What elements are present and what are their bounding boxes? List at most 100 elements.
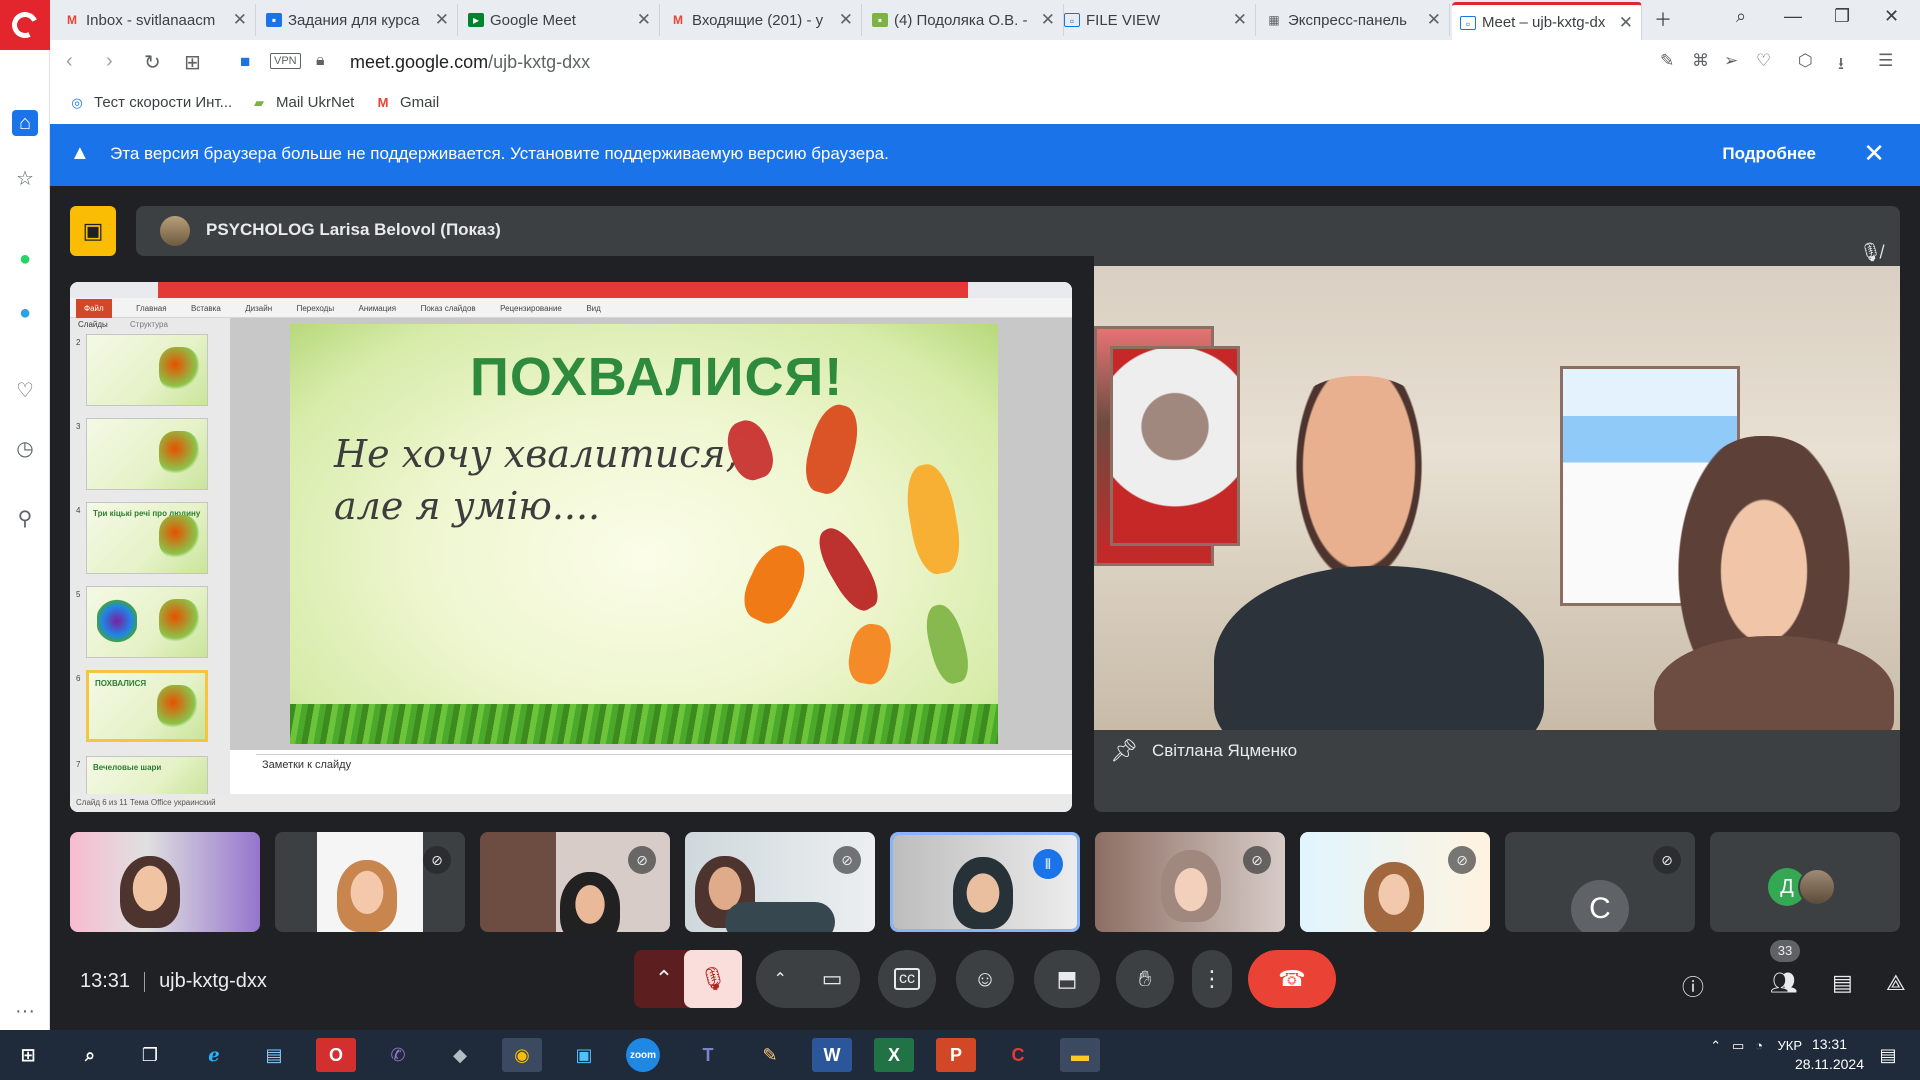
more-icon[interactable]: ··· <box>12 998 38 1024</box>
close-tab-icon[interactable]: ✕ <box>1233 10 1247 30</box>
zoom-icon[interactable]: zoom <box>626 1038 660 1072</box>
history-icon[interactable]: ◷ <box>12 436 38 462</box>
file-explorer-icon[interactable]: ▬ <box>1060 1038 1100 1072</box>
restore-icon[interactable]: ❐ <box>1834 6 1850 27</box>
taskbar-clock[interactable]: 13:31 28.11.2024 <box>1795 1034 1864 1074</box>
reactions-button[interactable]: ☺ <box>956 950 1014 1008</box>
notifications-icon[interactable]: ▤ <box>1868 1038 1908 1072</box>
close-window-icon[interactable]: ✕ <box>1884 6 1899 27</box>
heart-icon[interactable]: ♡ <box>12 378 38 404</box>
powerpoint-icon[interactable]: P <box>936 1038 976 1072</box>
word-icon[interactable]: W <box>812 1038 852 1072</box>
close-tab-icon[interactable]: ✕ <box>1041 10 1055 30</box>
close-tab-icon[interactable]: ✕ <box>233 10 247 30</box>
close-tab-icon[interactable]: ✕ <box>435 10 449 30</box>
paint-icon[interactable]: ✎ <box>750 1038 790 1072</box>
info-icon[interactable]: ⓘ <box>1682 970 1704 1002</box>
wifi-icon[interactable]: ◔ <box>1755 1038 1763 1053</box>
cube-icon[interactable]: ⬡ <box>1798 51 1813 71</box>
search-icon[interactable]: ⌕ <box>70 1038 110 1072</box>
activities-icon[interactable]: ⟁ <box>1886 970 1906 996</box>
new-tab-icon[interactable]: ＋ <box>1654 6 1672 32</box>
participant-tile[interactable]: ⊘ <box>275 832 465 932</box>
chat-icon[interactable]: ▤ <box>1832 970 1853 996</box>
tab-inbox[interactable]: M Inbox - svitlanaacm ✕ <box>56 4 256 36</box>
search-tabs-icon[interactable]: ⌕ <box>1736 6 1746 27</box>
excel-icon[interactable]: X <box>874 1038 914 1072</box>
close-icon[interactable]: ✕ <box>1863 138 1885 169</box>
opera-logo-icon[interactable] <box>0 0 50 50</box>
tray-expand-icon[interactable]: ⌃ <box>1710 1038 1721 1053</box>
banner-more-link[interactable]: Подробнее <box>1722 144 1816 164</box>
viber-icon[interactable]: ✆ <box>378 1038 418 1072</box>
minimize-icon[interactable]: — <box>1784 6 1802 27</box>
camera-snapshot-icon[interactable]: ⌘ <box>1692 51 1709 71</box>
tab-speed-dial[interactable]: ▦ Экспресс-панель ✕ <box>1258 4 1450 36</box>
tab-file-view[interactable]: ▫ FILE VIEW ✕ <box>1056 4 1256 36</box>
participant-tile-others[interactable]: Д <box>1710 832 1900 932</box>
vpn-badge[interactable]: VPN <box>270 53 301 69</box>
close-tab-icon[interactable]: ✕ <box>1427 10 1441 30</box>
notepad-icon[interactable]: ▤ <box>254 1038 294 1072</box>
close-tab-icon[interactable]: ✕ <box>637 10 651 30</box>
windows-start-icon[interactable]: ⊞ <box>8 1038 48 1072</box>
bookmark-speedtest[interactable]: ◎ Тест скорости Инт... <box>68 94 232 111</box>
tab-classroom[interactable]: ▪ Задания для курса ✕ <box>258 4 458 36</box>
participant-tile[interactable]: ⊘ <box>1300 832 1490 932</box>
tab-grid-icon[interactable]: ⊞ <box>184 50 201 75</box>
participant-tile[interactable]: ⊘ <box>1095 832 1285 932</box>
back-icon[interactable]: ‹ <box>66 50 73 73</box>
microphone-toggle-button[interactable]: 🎙︎ <box>684 950 742 1008</box>
download-icon[interactable]: ⭳ <box>1838 51 1844 80</box>
edit-icon[interactable]: ✎ <box>1660 51 1674 71</box>
people-icon[interactable]: 👥︎ <box>1770 970 1798 996</box>
send-icon[interactable]: ➢ <box>1724 51 1738 71</box>
heart-icon[interactable]: ♡ <box>1756 51 1771 71</box>
pin-icon[interactable]: 📌︎ <box>1110 738 1138 764</box>
whatsapp-icon[interactable]: ● <box>12 246 38 272</box>
tab-inbox-ukr[interactable]: M Входящие (201) - у ✕ <box>662 4 862 36</box>
captions-button[interactable]: cc <box>878 950 936 1008</box>
participant-tile-speaking[interactable]: ⦀ <box>890 832 1080 932</box>
star-icon[interactable]: ☆ <box>12 166 38 192</box>
remote-desktop-icon[interactable]: ▣ <box>564 1038 604 1072</box>
opera-icon[interactable]: O <box>316 1038 356 1072</box>
teams-icon[interactable]: T <box>688 1038 728 1072</box>
video-camera-icon[interactable]: ▭ <box>822 966 843 992</box>
chrome-icon[interactable]: ◉ <box>502 1038 542 1072</box>
app-red-icon[interactable]: C <box>998 1038 1038 1072</box>
thumb-number: 6 <box>76 674 81 683</box>
participant-tile[interactable]: ⊘ <box>685 832 875 932</box>
end-call-button[interactable]: ☎︎ <box>1248 950 1336 1008</box>
bookmark-gmail[interactable]: M Gmail <box>374 94 440 111</box>
telegram-icon[interactable]: ● <box>12 300 38 326</box>
tab-meet-active[interactable]: ▫ Meet – ujb-kxtg-dx ✕ <box>1452 2 1642 40</box>
reload-icon[interactable]: ↻ <box>144 50 161 75</box>
presentation-icon[interactable]: ▣ <box>70 206 116 256</box>
more-vertical-icon: ⋮ <box>1201 966 1223 991</box>
tab-podolyaka[interactable]: ▪ (4) Подоляка О.В. - ✕ <box>864 4 1064 36</box>
app-icon[interactable]: ◆ <box>440 1038 480 1072</box>
chevron-up-icon[interactable]: ⌃ <box>773 969 786 989</box>
pinned-camera-tile[interactable]: 🎙︎̸ 📌︎ Світлана Яцменко <box>1094 226 1900 812</box>
home-icon[interactable]: ⌂ <box>12 110 38 136</box>
lock-icon[interactable]: 🔒︎ <box>316 52 325 70</box>
url-field[interactable]: meet.google.com/ujb-kxtg-dxx <box>350 52 590 73</box>
participant-tile[interactable] <box>70 832 260 932</box>
task-view-icon[interactable]: ❐ <box>130 1038 170 1072</box>
bookmark-mail-ukrnet[interactable]: ▰ Mail UkrNet <box>250 94 354 111</box>
edge-icon[interactable]: ℯ <box>194 1038 234 1072</box>
presentation-tile[interactable]: Файл Главная Вставка Дизайн Переходы Ани… <box>70 282 1072 812</box>
present-screen-button[interactable]: ⬒ <box>1034 950 1100 1008</box>
forward-icon[interactable]: › <box>106 50 113 73</box>
raise-hand-button[interactable]: ✋︎ <box>1116 950 1174 1008</box>
easy-setup-icon[interactable]: ☰ <box>1878 51 1893 71</box>
battery-icon[interactable]: ▭ <box>1732 1038 1744 1053</box>
close-tab-icon[interactable]: ✕ <box>1619 13 1633 33</box>
pinboard-icon[interactable]: ⚲ <box>12 506 38 532</box>
participant-tile[interactable]: ⊘ <box>480 832 670 932</box>
more-options-button[interactable]: ⋮ <box>1192 950 1232 1008</box>
tab-google-meet[interactable]: ▸ Google Meet ✕ <box>460 4 660 36</box>
participant-tile[interactable]: C ⊘ <box>1505 832 1695 932</box>
close-tab-icon[interactable]: ✕ <box>839 10 853 30</box>
